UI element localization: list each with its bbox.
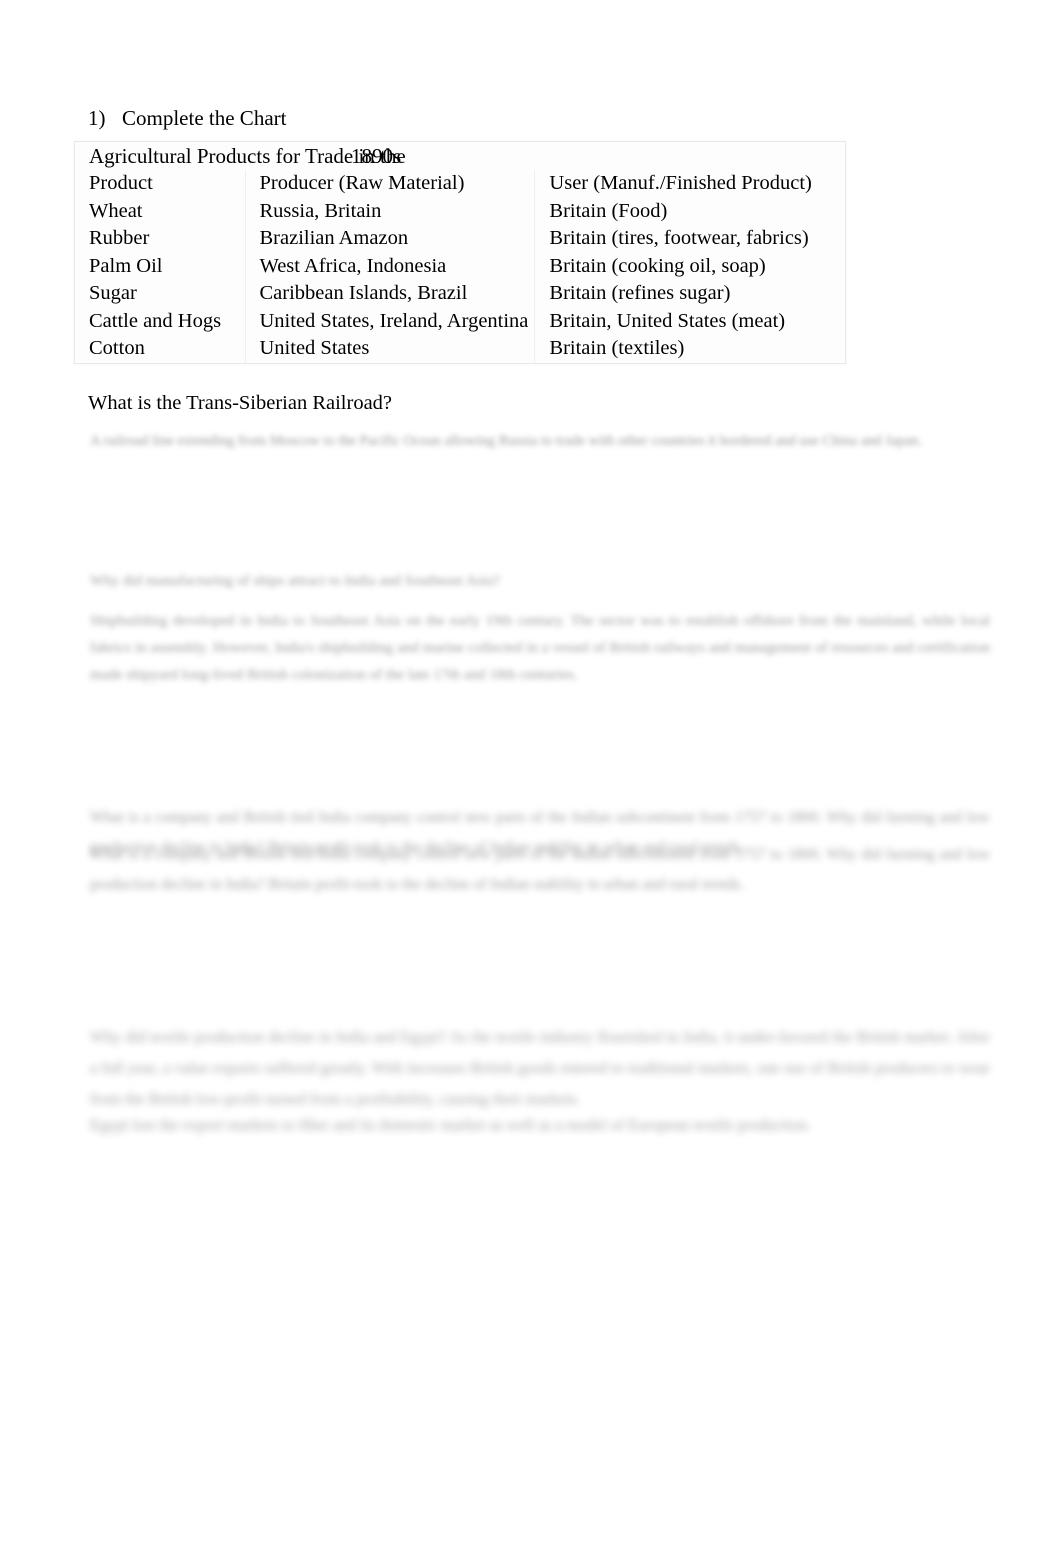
- document-page: 1) Complete the Chart Agricultural Produc…: [0, 0, 1062, 1561]
- column-header-user: User (Manuf./Finished Product): [549, 172, 812, 194]
- redacted-answer-4: Why did textile production decline in In…: [90, 1029, 990, 1108]
- table-caption: Agricultural Products for Trade in the 18…: [75, 142, 845, 170]
- cell-user: Britain (cooking oil, soap): [549, 254, 766, 277]
- agricultural-trade-table: Agricultural Products for Trade in the 18…: [75, 142, 845, 363]
- cell-user: Britain (tires, footwear, fabrics): [549, 227, 809, 249]
- worksheet-item-heading: 1) Complete the Chart: [88, 105, 286, 131]
- cell-user: Britain, United States (meat): [549, 309, 786, 332]
- column-header-product: Product: [75, 170, 246, 198]
- cell-user: Britain (textiles): [549, 337, 685, 359]
- cell-producer: United States: [245, 335, 536, 363]
- cell-producer: Russia, Britain: [245, 197, 536, 225]
- cell-product: Sugar: [75, 280, 246, 308]
- table-row: Rubber Brazilian Amazon Britain (tires, …: [75, 225, 845, 253]
- cell-producer: United States, Ireland, Argentina: [245, 307, 536, 335]
- cell-user: Britain (Food): [549, 199, 668, 222]
- table-row: Palm Oil West Africa, Indonesia Britain …: [75, 252, 845, 280]
- table-row: Wheat Russia, Britain Britain (Food): [75, 197, 845, 225]
- cell-product: Palm Oil: [75, 252, 246, 280]
- cell-product: Cotton: [75, 335, 246, 363]
- table-caption-overlap: 1890s: [351, 144, 402, 168]
- item-number: 1): [88, 106, 106, 130]
- cell-user: Britain (refines sugar): [549, 282, 731, 304]
- cell-producer: Brazilian Amazon: [245, 225, 536, 253]
- table-row: Sugar Caribbean Islands, Brazil Britain …: [75, 280, 845, 308]
- redacted-answer-3: What is a company and British tied India…: [90, 846, 990, 893]
- cell-producer: Caribbean Islands, Brazil: [245, 280, 536, 308]
- item-title: Complete the Chart: [122, 106, 287, 130]
- cell-product: Cattle and Hogs: [75, 307, 246, 335]
- column-header-producer: Producer (Raw Material): [245, 170, 536, 198]
- table-row: Cattle and Hogs United States, Ireland, …: [75, 307, 845, 335]
- redacted-question-2: Why did manufacturing of ships attract t…: [90, 573, 500, 589]
- cell-product: Rubber: [75, 225, 246, 253]
- question-prompt-trans-siberian: What is the Trans-Siberian Railroad?: [88, 392, 393, 414]
- cell-product: Wheat: [75, 197, 246, 225]
- redacted-answer-2: Shipbuilding developed in India to South…: [90, 613, 990, 683]
- redacted-answer-5: Egypt lost the export markets to fiber a…: [90, 1117, 811, 1134]
- table-header-row: Product Producer (Raw Material) User (Ma…: [75, 170, 845, 198]
- table-row: Cotton United States Britain (textiles): [75, 335, 845, 363]
- cell-producer: West Africa, Indonesia: [245, 252, 536, 280]
- redacted-answer-1: A railroad line extending from Moscow to…: [90, 433, 922, 449]
- agricultural-trade-table-container: Agricultural Products for Trade in the 18…: [74, 141, 846, 364]
